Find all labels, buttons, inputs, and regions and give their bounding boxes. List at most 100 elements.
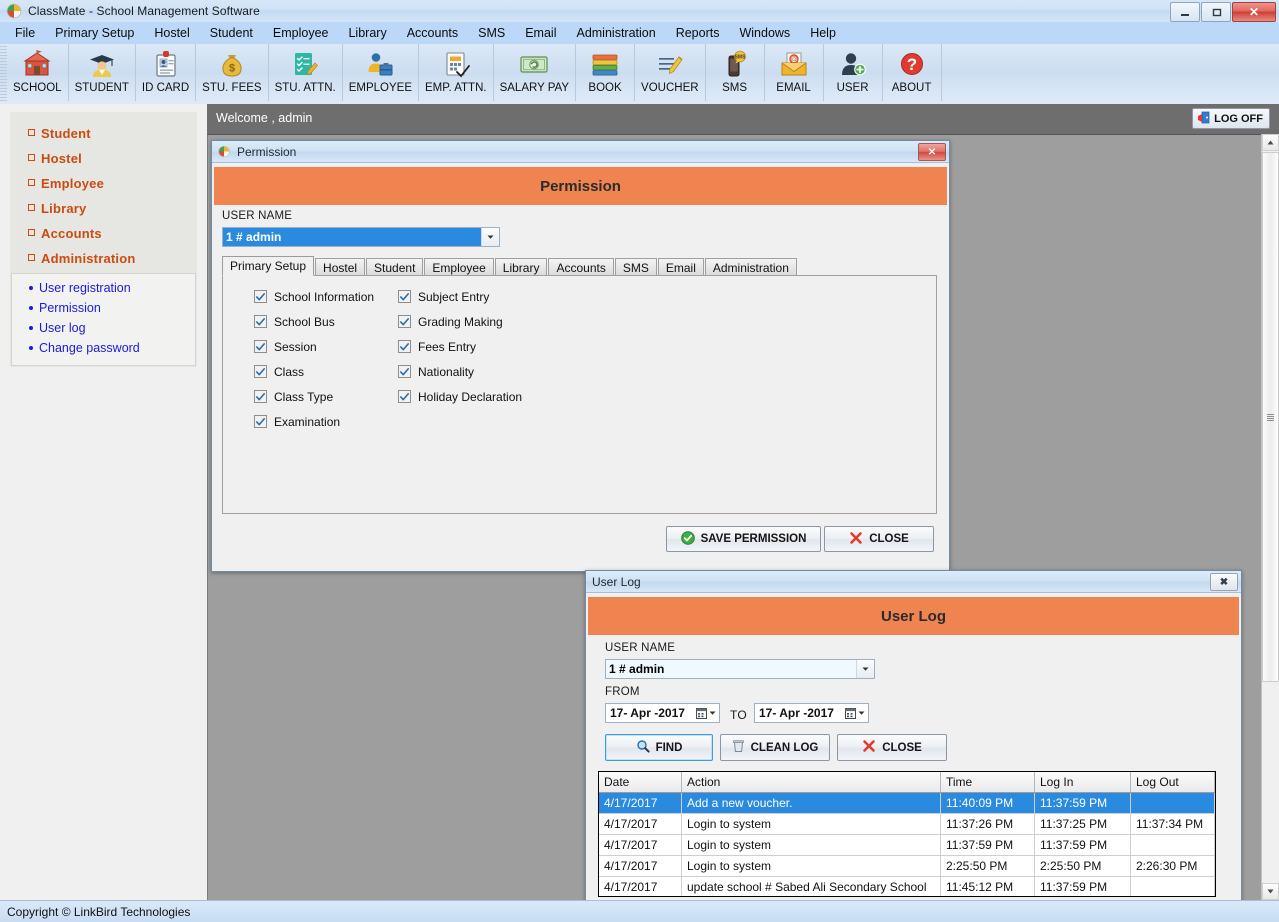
sidebar-subitem-permission[interactable]: Permission (12, 298, 195, 318)
sidebar-subitem-user-registration[interactable]: User registration (12, 278, 195, 298)
userlog-to-datepicker[interactable]: 17- Apr -2017 (754, 703, 869, 723)
toolbar-button-about[interactable]: ? ABOUT (883, 44, 942, 101)
permission-checkbox-row[interactable]: Class Type (254, 384, 374, 409)
tab-primary-setup[interactable]: Primary Setup (222, 256, 315, 276)
toolbar-button-book[interactable]: BOOK (576, 44, 636, 101)
close-button[interactable]: ✕ (1232, 2, 1276, 22)
table-row[interactable]: 4/17/2017 Login to system 2:25:50 PM 2:25:5… (599, 855, 1215, 877)
toolbar-button-user[interactable]: USER (824, 44, 883, 101)
checkbox-checked-icon[interactable] (398, 315, 411, 328)
toolbar-button-employee[interactable]: EMPLOYEE (343, 44, 420, 101)
permission-checkbox-row[interactable]: Grading Making (398, 309, 522, 334)
save-permission-button[interactable]: SAVE PERMISSION (666, 526, 821, 552)
checkbox-checked-icon[interactable] (254, 290, 267, 303)
tab-hostel[interactable]: Hostel (315, 258, 366, 276)
tab-employee[interactable]: Employee (424, 258, 494, 276)
table-row[interactable]: 4/17/2017 Login to system 11:37:59 PM 11:37… (599, 834, 1215, 856)
tab-library[interactable]: Library (494, 258, 548, 276)
menu-item-accounts[interactable]: Accounts (397, 24, 468, 42)
checkbox-checked-icon[interactable] (398, 365, 411, 378)
tab-student[interactable]: Student (366, 258, 424, 276)
menu-item-windows[interactable]: Windows (729, 24, 800, 42)
permission-checkbox-row[interactable]: School Bus (254, 309, 374, 334)
permission-checkbox-row[interactable]: School Information (254, 284, 374, 309)
table-column-header[interactable]: Time (940, 772, 1035, 793)
checkbox-checked-icon[interactable] (398, 290, 411, 303)
menu-item-email[interactable]: Email (515, 24, 566, 42)
checkbox-checked-icon[interactable] (254, 340, 267, 353)
find-button[interactable]: FIND (605, 734, 713, 761)
sidebar-item-employee[interactable]: Employee (11, 171, 196, 196)
menu-item-reports[interactable]: Reports (666, 24, 730, 42)
toolbar-button-email[interactable]: @ EMAIL (765, 44, 824, 101)
tab-email[interactable]: Email (657, 258, 704, 276)
checkbox-checked-icon[interactable] (398, 390, 411, 403)
toolbar-button-voucher[interactable]: VOUCHER (635, 44, 706, 101)
userlog-close-button[interactable]: CLOSE (837, 734, 947, 761)
permission-close-button[interactable]: CLOSE (824, 526, 934, 552)
sidebar-subitem-change-password[interactable]: Change password (12, 338, 195, 358)
table-column-header[interactable]: Action (681, 772, 941, 793)
toolbar-button-emp-attn-[interactable]: EMP. ATTN. (419, 44, 494, 101)
permission-checkbox-row[interactable]: Fees Entry (398, 334, 522, 359)
permission-close-icon[interactable]: ✕ (918, 143, 946, 161)
checkbox-checked-icon[interactable] (254, 365, 267, 378)
permission-titlebar[interactable]: Permission ✕ (212, 141, 949, 163)
calendar-icon[interactable] (693, 704, 719, 722)
checkbox-checked-icon[interactable] (398, 340, 411, 353)
toolbar-grip[interactable] (0, 46, 7, 102)
permission-checkbox-row[interactable]: Session (254, 334, 374, 359)
permission-checkbox-row[interactable]: Subject Entry (398, 284, 522, 309)
toolbar-button-student[interactable]: STUDENT (69, 44, 136, 101)
menu-item-administration[interactable]: Administration (566, 24, 665, 42)
clean-log-button[interactable]: CLEAN LOG (720, 734, 830, 761)
menu-item-primary-setup[interactable]: Primary Setup (45, 24, 144, 42)
permission-checkbox-row[interactable]: Nationality (398, 359, 522, 384)
sidebar-item-hostel[interactable]: Hostel (11, 146, 196, 171)
permission-checkbox-row[interactable]: Examination (254, 409, 374, 434)
calendar-icon[interactable] (842, 704, 868, 722)
chevron-down-icon[interactable] (481, 228, 499, 246)
scrollbar-thumb[interactable] (1262, 152, 1279, 682)
menu-item-employee[interactable]: Employee (263, 24, 339, 42)
permission-checkbox-row[interactable]: Holiday Declaration (398, 384, 522, 409)
menu-item-file[interactable]: File (5, 24, 45, 42)
checkbox-checked-icon[interactable] (254, 415, 267, 428)
sidebar-item-accounts[interactable]: Accounts (11, 221, 196, 246)
toolbar-button-school[interactable]: SCHOOL (7, 44, 69, 101)
table-column-header[interactable]: Date (599, 772, 682, 793)
userlog-from-datepicker[interactable]: 17- Apr -2017 (605, 703, 720, 723)
table-row[interactable]: 4/17/2017 Login to system 11:37:26 PM 11:37… (599, 813, 1215, 835)
toolbar-button-stu-fees[interactable]: $ STU. FEES (196, 44, 269, 101)
toolbar-button-stu-attn-[interactable]: STU. ATTN. (269, 44, 343, 101)
menu-item-student[interactable]: Student (200, 24, 263, 42)
sidebar-item-student[interactable]: Student (11, 121, 196, 146)
userlog-username-combo[interactable]: 1 # admin (605, 659, 875, 679)
permission-username-combo[interactable]: 1 # admin (222, 227, 500, 247)
checkbox-checked-icon[interactable] (254, 315, 267, 328)
minimize-button[interactable] (1170, 2, 1200, 22)
logoff-button[interactable]: LOG OFF (1192, 108, 1270, 129)
tab-sms[interactable]: SMS (614, 258, 657, 276)
toolbar-button-id-card[interactable]: ID CARD (136, 44, 197, 101)
scroll-down-arrow[interactable] (1262, 883, 1279, 900)
permission-checkbox-row[interactable]: Class (254, 359, 374, 384)
workspace-scrollbar[interactable] (1261, 134, 1279, 900)
toolbar-button-sms[interactable]: SMS SMS (706, 44, 765, 101)
maximize-button[interactable] (1201, 2, 1231, 22)
chevron-down-icon[interactable] (856, 660, 874, 678)
userlog-titlebar[interactable]: User Log ✖ (586, 571, 1241, 593)
userlog-close-icon[interactable]: ✖ (1210, 573, 1238, 591)
scroll-up-arrow[interactable] (1262, 134, 1279, 151)
table-column-header[interactable]: Log Out (1130, 772, 1215, 793)
table-row[interactable]: 4/17/2017 Add a new voucher. 11:40:09 PM 11… (599, 792, 1215, 814)
table-column-header[interactable]: Log In (1034, 772, 1131, 793)
menu-item-library[interactable]: Library (338, 24, 396, 42)
menu-item-sms[interactable]: SMS (468, 24, 515, 42)
sidebar-item-library[interactable]: Library (11, 196, 196, 221)
table-row[interactable]: 4/17/2017 update school # Sabed Ali Secon… (599, 876, 1215, 896)
tab-administration[interactable]: Administration (704, 258, 797, 276)
sidebar-subitem-user-log[interactable]: User log (12, 318, 195, 338)
toolbar-button-salary-pay[interactable]: SALARY PAY (494, 44, 577, 101)
menu-item-help[interactable]: Help (800, 24, 846, 42)
